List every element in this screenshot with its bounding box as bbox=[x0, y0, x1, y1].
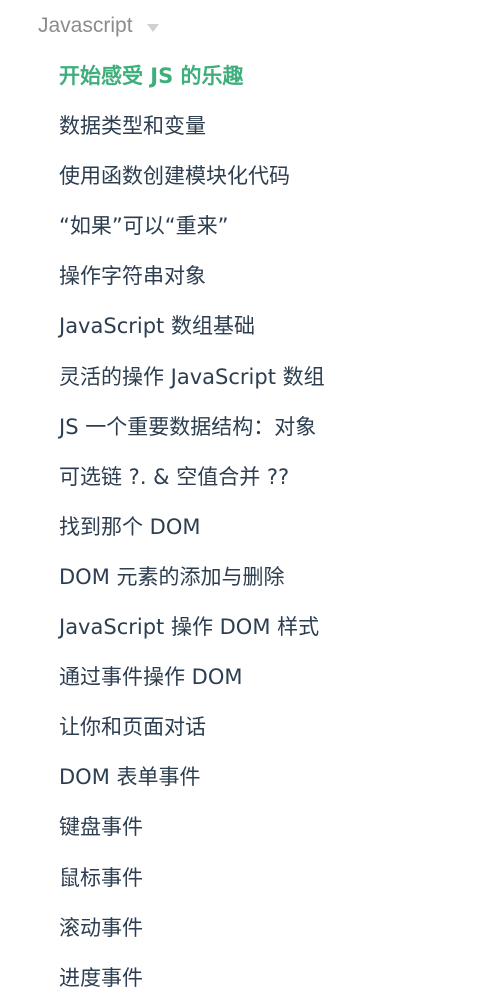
sidebar-item[interactable]: JavaScript 操作 DOM 样式 bbox=[59, 602, 325, 652]
sidebar-item[interactable]: JS 一个重要数据结构：对象 bbox=[59, 402, 325, 452]
sidebar-item[interactable]: 通过事件操作 DOM bbox=[59, 652, 325, 702]
sidebar-item[interactable]: 键盘事件 bbox=[59, 802, 325, 852]
sidebar-item[interactable]: 灵活的操作 JavaScript 数组 bbox=[59, 352, 325, 402]
sidebar-item[interactable]: 使用函数创建模块化代码 bbox=[59, 151, 325, 201]
sidebar-items: 开始感受 JS 的乐趣 数据类型和变量 使用函数创建模块化代码 “如果”可以“重来” 操… bbox=[59, 51, 325, 1003]
sidebar-item[interactable]: “如果”可以“重来” bbox=[59, 201, 325, 251]
sidebar-item[interactable]: 操作字符串对象 bbox=[59, 251, 325, 301]
caret-down-icon bbox=[146, 23, 159, 32]
group-title: Javascript bbox=[38, 14, 133, 37]
sidebar-item[interactable]: 可选链 ?. & 空值合并 ?? bbox=[59, 452, 325, 502]
sidebar-item[interactable]: DOM 元素的添加与删除 bbox=[59, 552, 325, 602]
sidebar-item[interactable]: 找到那个 DOM bbox=[59, 502, 325, 552]
sidebar-item[interactable]: 鼠标事件 bbox=[59, 853, 325, 903]
sidebar-item[interactable]: 进度事件 bbox=[59, 953, 325, 1003]
group-header[interactable]: Javascript bbox=[38, 10, 159, 42]
sidebar-item[interactable]: DOM 表单事件 bbox=[59, 752, 325, 802]
sidebar-item[interactable]: JavaScript 数组基础 bbox=[59, 301, 325, 351]
sidebar-item[interactable]: 滚动事件 bbox=[59, 903, 325, 953]
sidebar-item[interactable]: 数据类型和变量 bbox=[59, 101, 325, 151]
sidebar-item[interactable]: 让你和页面对话 bbox=[59, 702, 325, 752]
sidebar-nav: Javascript 开始感受 JS 的乐趣 数据类型和变量 使用函数创建模块化代码… bbox=[0, 0, 484, 1004]
sidebar-item[interactable]: 开始感受 JS 的乐趣 bbox=[59, 51, 325, 101]
